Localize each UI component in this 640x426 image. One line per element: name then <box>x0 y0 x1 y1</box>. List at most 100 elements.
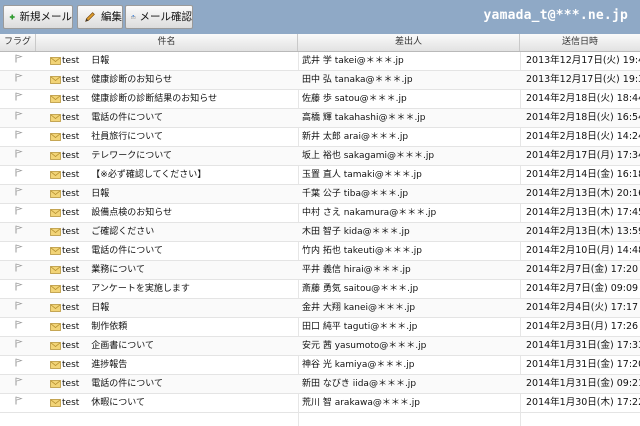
flag-cell[interactable] <box>0 90 36 108</box>
flag-icon[interactable] <box>14 263 23 272</box>
flag-icon[interactable] <box>14 168 23 177</box>
email-row[interactable]: test 電話の件について 竹内 拓也 takeuti@＊＊＊.jp 2014年2月1… <box>0 242 640 261</box>
email-from: 佐藤 歩 satou@＊＊＊.jp <box>302 94 407 104</box>
flag-cell[interactable] <box>0 204 36 222</box>
subject-cell: test 日報 <box>50 52 295 70</box>
flag-cell[interactable] <box>0 128 36 146</box>
envelope-icon <box>50 56 61 65</box>
email-tag: test <box>62 341 80 351</box>
flag-cell[interactable] <box>0 261 36 279</box>
flag-icon[interactable] <box>14 320 23 329</box>
envelope-icon <box>50 75 61 84</box>
email-date: 2014年2月17日(月) 17:34 <box>526 150 640 161</box>
flag-cell[interactable] <box>0 109 36 127</box>
email-row[interactable]: test 休暇について 荒川 智 arakawa@＊＊＊.jp 2014年1月30日(… <box>0 394 640 413</box>
flag-icon[interactable] <box>14 282 23 291</box>
flag-cell[interactable] <box>0 71 36 89</box>
email-row[interactable]: test 電話の件について 高橋 輝 takahashi@＊＊＊.jp 2014年2月… <box>0 109 640 128</box>
subject-cell: test 【※必ず確認してください】 <box>50 166 295 184</box>
flag-cell[interactable] <box>0 299 36 317</box>
email-row[interactable]: test 日報 武井 学 takei@＊＊＊.jp 2013年12月17日(火) 19… <box>0 52 640 71</box>
flag-cell[interactable] <box>0 166 36 184</box>
email-from: 千葉 公子 tiba@＊＊＊.jp <box>302 189 409 199</box>
email-row[interactable]: test 【※必ず確認してください】 玉置 直人 tamaki@＊＊＊.jp 2014… <box>0 166 640 185</box>
email-row[interactable]: test ご確認ください 木田 智子 kida@＊＊＊.jp 2014年2月13日(木… <box>0 223 640 242</box>
flag-icon[interactable] <box>14 111 23 120</box>
flag-icon[interactable] <box>14 187 23 196</box>
email-from: 斎藤 勇気 saitou@＊＊＊.jp <box>302 284 419 294</box>
flag-icon[interactable] <box>14 225 23 234</box>
flag-cell[interactable] <box>0 375 36 393</box>
edit-label: 編集 <box>101 11 122 23</box>
flag-icon[interactable] <box>14 244 23 253</box>
email-date: 2014年1月31日(金) 17:33 <box>526 340 640 351</box>
flag-cell[interactable] <box>0 185 36 203</box>
email-subject: 設備点検のお知らせ <box>91 208 173 218</box>
email-date: 2014年2月4日(火) 17:17 <box>526 302 639 313</box>
flag-icon[interactable] <box>14 73 23 82</box>
email-tag: test <box>62 360 80 370</box>
pencil-icon <box>85 12 95 22</box>
email-row[interactable]: test アンケートを実施します 斎藤 勇気 saitou@＊＊＊.jp 2014年2… <box>0 280 640 299</box>
column-header-date[interactable]: 送信日時 <box>520 34 640 51</box>
envelope-icon <box>50 94 61 103</box>
flag-cell[interactable] <box>0 242 36 260</box>
email-tag: test <box>62 113 80 123</box>
flag-icon[interactable] <box>14 149 23 158</box>
email-list-header: フラグ 件名 差出人 送信日時 <box>0 34 640 52</box>
flag-icon[interactable] <box>14 339 23 348</box>
flag-icon[interactable] <box>14 130 23 139</box>
email-row[interactable]: test 日報 千葉 公子 tiba@＊＊＊.jp 2014年2月13日(木) 20:… <box>0 185 640 204</box>
flag-icon[interactable] <box>14 377 23 386</box>
email-row[interactable]: test 制作依頼 田口 純平 taguti@＊＊＊.jp 2014年2月3日(月) … <box>0 318 640 337</box>
flag-cell[interactable] <box>0 337 36 355</box>
flag-icon[interactable] <box>14 206 23 215</box>
flag-icon[interactable] <box>14 54 23 63</box>
flag-icon[interactable] <box>14 358 23 367</box>
email-row[interactable]: test 健康診断のお知らせ 田中 弘 tanaka@＊＊＊.jp 2013年12月1… <box>0 71 640 90</box>
subject-cell: test ご確認ください <box>50 223 295 241</box>
flag-cell[interactable] <box>0 394 36 412</box>
edit-button[interactable]: 編集 <box>77 5 123 29</box>
column-header-flag[interactable]: フラグ <box>0 34 36 51</box>
flag-cell[interactable] <box>0 223 36 241</box>
email-tag: test <box>62 132 80 142</box>
email-row[interactable]: test 設備点検のお知らせ 中村 さえ nakamura@＊＊＊.jp 2014年2… <box>0 204 640 223</box>
plus-icon <box>9 14 15 20</box>
email-date: 2014年2月7日(金) 09:09 <box>526 283 639 294</box>
check-mail-button[interactable]: メール確認 <box>125 5 193 29</box>
toolbar: 新規メール 編集 メール確認 yamada_t@***.ne.jp <box>0 0 640 34</box>
subject-cell: test 進捗報告 <box>50 356 295 374</box>
flag-cell[interactable] <box>0 52 36 70</box>
new-mail-button[interactable]: 新規メール <box>3 5 73 29</box>
email-row[interactable]: test 社員旅行について 新井 太郎 arai@＊＊＊.jp 2014年2月18日(… <box>0 128 640 147</box>
flag-icon[interactable] <box>14 92 23 101</box>
flag-icon[interactable] <box>14 301 23 310</box>
email-row[interactable]: test 企画書について 安元 茜 yasumoto@＊＊＊.jp 2014年1月31… <box>0 337 640 356</box>
column-header-subject[interactable]: 件名 <box>36 34 298 51</box>
email-row[interactable]: test 業務について 平井 義信 hirai@＊＊＊.jp 2014年2月7日(金)… <box>0 261 640 280</box>
email-row[interactable]: test 進捗報告 神谷 光 kamiya@＊＊＊.jp 2014年1月31日(金) … <box>0 356 640 375</box>
email-tag: test <box>62 284 80 294</box>
email-row[interactable]: test 健康診断の診断結果のお知らせ 佐藤 歩 satou@＊＊＊.jp 2014年… <box>0 90 640 109</box>
email-from: 木田 智子 kida@＊＊＊.jp <box>302 227 410 237</box>
flag-icon[interactable] <box>14 396 23 405</box>
email-date: 2014年1月31日(金) 17:20 <box>526 359 640 370</box>
email-list: test 日報 武井 学 takei@＊＊＊.jp 2013年12月17日(火) 19… <box>0 52 640 413</box>
column-header-from[interactable]: 差出人 <box>298 34 520 51</box>
flag-cell[interactable] <box>0 318 36 336</box>
email-row[interactable]: test テレワークについて 坂上 裕也 sakagami@＊＊＊.jp 2014年2… <box>0 147 640 166</box>
email-tag: test <box>62 94 80 104</box>
email-from: 田口 純平 taguti@＊＊＊.jp <box>302 322 418 332</box>
email-row[interactable]: test 日報 金井 大翔 kanei@＊＊＊.jp 2014年2月4日(火) 17:… <box>0 299 640 318</box>
email-row[interactable]: test 電話の件について 新田 なびき iida@＊＊＊.jp 2014年1月31日… <box>0 375 640 394</box>
email-from: 坂上 裕也 sakagami@＊＊＊.jp <box>302 151 435 161</box>
flag-cell[interactable] <box>0 356 36 374</box>
flag-cell[interactable] <box>0 147 36 165</box>
subject-cell: test 電話の件について <box>50 375 295 393</box>
flag-cell[interactable] <box>0 280 36 298</box>
mail-download-icon <box>131 15 136 19</box>
email-date: 2014年1月30日(木) 17:22 <box>526 397 640 408</box>
subject-cell: test 設備点検のお知らせ <box>50 204 295 222</box>
email-date: 2014年2月18日(火) 16:54 <box>526 112 640 123</box>
